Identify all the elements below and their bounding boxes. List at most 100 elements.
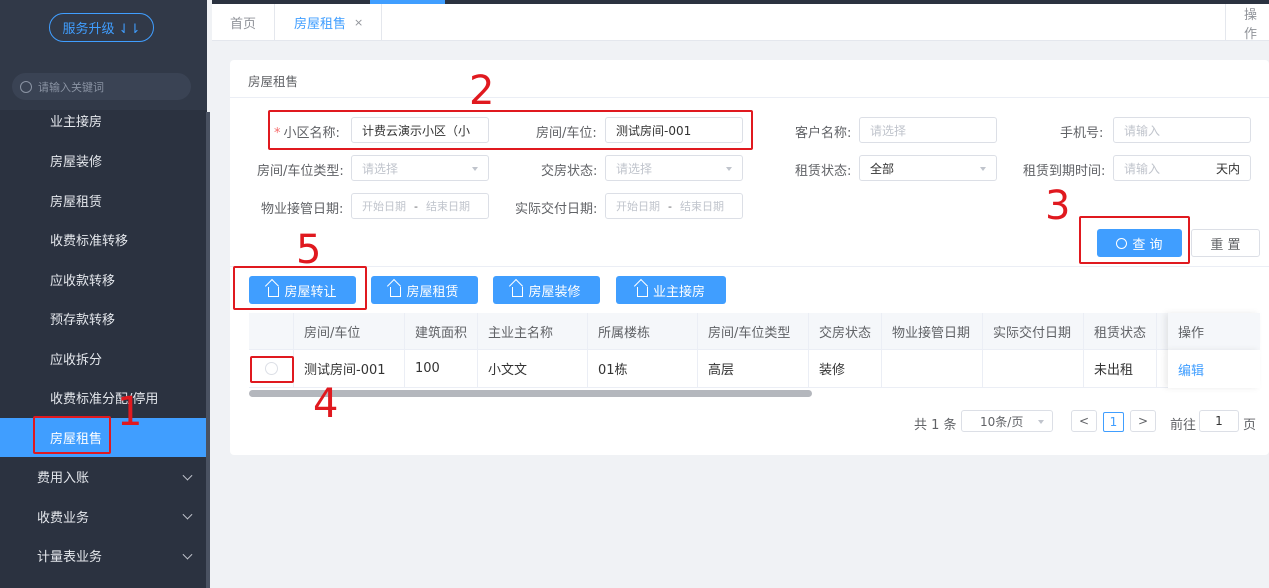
lease-expire-input[interactable]: 请输入 天内 — [1113, 155, 1251, 181]
actual-date-range[interactable]: 开始日期 - 结束日期 — [605, 193, 743, 219]
annotation-number-4: 4 — [313, 381, 339, 427]
lease-value: 全部 — [870, 161, 895, 176]
sidebar-item-owner-receive[interactable]: 业主接房 — [0, 100, 206, 141]
phone-input[interactable]: 请输入 — [1113, 117, 1251, 143]
end-date-placeholder[interactable]: 结束日期 — [680, 198, 724, 214]
sidebar-group-label: 费用入账 — [37, 471, 90, 487]
prev-page-button[interactable]: < — [1071, 410, 1097, 432]
end-date-placeholder[interactable]: 结束日期 — [426, 198, 470, 214]
sidebar-item-rental[interactable]: 房屋租赁 — [0, 181, 206, 221]
caret-down-icon — [726, 167, 732, 171]
page-suffix-label: 页 — [1243, 418, 1257, 433]
tab-house-sale-rent[interactable]: 房屋租售 × — [276, 4, 383, 41]
home-icon — [390, 287, 402, 297]
sidebar-item-prepaid-transfer[interactable]: 预存款转移 — [0, 299, 206, 339]
annotation-box-2 — [268, 110, 753, 150]
cell-handover: 装修 — [809, 350, 882, 387]
cell-type: 高层 — [698, 350, 809, 387]
sidebar-group-charge-business[interactable]: 收费业务 — [0, 497, 206, 537]
sidebar-item-fee-standard-transfer[interactable]: 收费标准转移 — [0, 220, 206, 260]
handover-placeholder: 请选择 — [616, 161, 653, 176]
op-column-header: 操作 — [1168, 313, 1260, 350]
sidebar-scrollbar[interactable] — [206, 112, 210, 588]
room-type-label: 房间/车位类型: — [257, 164, 344, 179]
property-date-range[interactable]: 开始日期 - 结束日期 — [351, 193, 489, 219]
customer-select[interactable]: 请选择 — [859, 117, 997, 143]
select-column-header — [249, 313, 294, 349]
goto-page-input[interactable]: 1 — [1199, 410, 1239, 432]
chevron-down-icon — [182, 549, 193, 560]
column-header: 租赁状态 — [1084, 313, 1157, 349]
handover-select[interactable]: 请选择 — [605, 155, 743, 181]
tab-home[interactable]: 首页 — [212, 4, 276, 41]
sidebar-item-receivable-transfer[interactable]: 应收款转移 — [0, 260, 206, 300]
phone-label: 手机号: — [1060, 126, 1104, 141]
house-rent-label: 房屋租赁 — [406, 284, 459, 300]
customer-label: 客户名称: — [795, 126, 852, 141]
divider — [230, 97, 1269, 98]
handover-label: 交房状态: — [541, 164, 598, 179]
actual-date-label: 实际交付日期: — [515, 202, 598, 217]
property-date-label: 物业接管日期: — [261, 202, 344, 217]
sidebar: 服务升级 ⇃⇂ 请输入关键词 业主接房 房屋装修 房屋租赁 收费标准转移 应收款… — [0, 0, 210, 588]
annotation-box-4 — [250, 356, 294, 383]
sidebar-search-input[interactable]: 请输入关键词 — [12, 73, 191, 100]
sidebar-group-label: 计量表业务 — [37, 550, 103, 566]
annotation-number-1: 1 — [117, 389, 143, 435]
tab-operations-button[interactable]: 操作 — [1225, 4, 1269, 42]
search-icon — [20, 80, 32, 93]
house-decorate-button[interactable]: 房屋装修 — [493, 276, 600, 304]
cell-area: 100 — [405, 350, 478, 387]
range-separator: - — [668, 199, 672, 213]
start-date-placeholder[interactable]: 开始日期 — [616, 198, 660, 214]
column-header: 房间/车位 — [294, 313, 405, 349]
cell-property-date — [882, 350, 983, 387]
cell-building: 01栋 — [588, 350, 698, 387]
house-rent-button[interactable]: 房屋租赁 — [371, 276, 478, 304]
sidebar-group-label: 收费业务 — [37, 510, 90, 526]
house-decorate-label: 房屋装修 — [528, 284, 581, 300]
sidebar-item-decoration[interactable]: 房屋装修 — [0, 141, 206, 181]
reset-button[interactable]: 重 置 — [1191, 229, 1260, 257]
annotation-box-3 — [1079, 216, 1190, 264]
sidebar-group-fee-entry[interactable]: 费用入账 — [0, 457, 206, 497]
owner-receive-label: 业主接房 — [652, 284, 705, 300]
sidebar-menu: 业主接房 房屋装修 房屋租赁 收费标准转移 应收款转移 预存款转移 应收拆分 收… — [0, 100, 206, 576]
page-size-value: 10条/页 — [980, 414, 1024, 429]
table-header: 房间/车位 建筑面积 主业主名称 所属楼栋 房间/车位类型 交房状态 物业接管日… — [249, 313, 1260, 350]
edit-link[interactable]: 编辑 — [1168, 350, 1260, 388]
page-title: 房屋租售 — [248, 74, 299, 89]
annotation-number-3: 3 — [1045, 183, 1071, 229]
sidebar-search-placeholder: 请输入关键词 — [38, 80, 104, 94]
divider — [230, 266, 1269, 267]
lease-label: 租赁状态: — [795, 164, 852, 179]
page-number-current[interactable]: 1 — [1103, 412, 1124, 432]
annotation-number-5: 5 — [296, 227, 322, 273]
column-header: 房间/车位类型 — [698, 313, 809, 349]
cell-room: 测试房间-001 — [294, 350, 405, 387]
close-icon[interactable]: × — [354, 16, 363, 29]
tab-label: 房屋租售 — [294, 17, 347, 32]
sidebar-item-fee-standard-assign[interactable]: 收费标准分配/停用 — [0, 378, 206, 418]
column-header: 建筑面积 — [405, 313, 478, 349]
sidebar-group-meter-business[interactable]: 计量表业务 — [0, 536, 206, 576]
range-separator: - — [414, 199, 418, 213]
sidebar-item-receivable-split[interactable]: 应收拆分 — [0, 339, 206, 379]
next-page-button[interactable]: > — [1130, 410, 1156, 432]
page-size-select[interactable]: 10条/页 — [961, 410, 1053, 432]
column-header: 实际交付日期 — [983, 313, 1084, 349]
room-type-placeholder: 请选择 — [362, 161, 399, 176]
home-icon — [512, 287, 524, 297]
caret-down-icon — [1038, 420, 1044, 424]
annotation-number-2: 2 — [469, 68, 495, 114]
lease-expire-label: 租赁到期时间: — [1023, 164, 1106, 179]
lease-select[interactable]: 全部 — [859, 155, 997, 181]
chevron-down-icon — [182, 509, 193, 520]
start-date-placeholder[interactable]: 开始日期 — [362, 198, 406, 214]
column-header: 所属楼栋 — [588, 313, 698, 349]
owner-receive-button[interactable]: 业主接房 — [616, 276, 726, 304]
upgrade-button[interactable]: 服务升级 ⇃⇂ — [49, 13, 154, 42]
table-row[interactable]: 测试房间-001 100 小文文 01栋 高层 装修 未出租 — [249, 350, 1260, 388]
room-type-select[interactable]: 请选择 — [351, 155, 489, 181]
chevron-down-icon — [182, 470, 193, 481]
